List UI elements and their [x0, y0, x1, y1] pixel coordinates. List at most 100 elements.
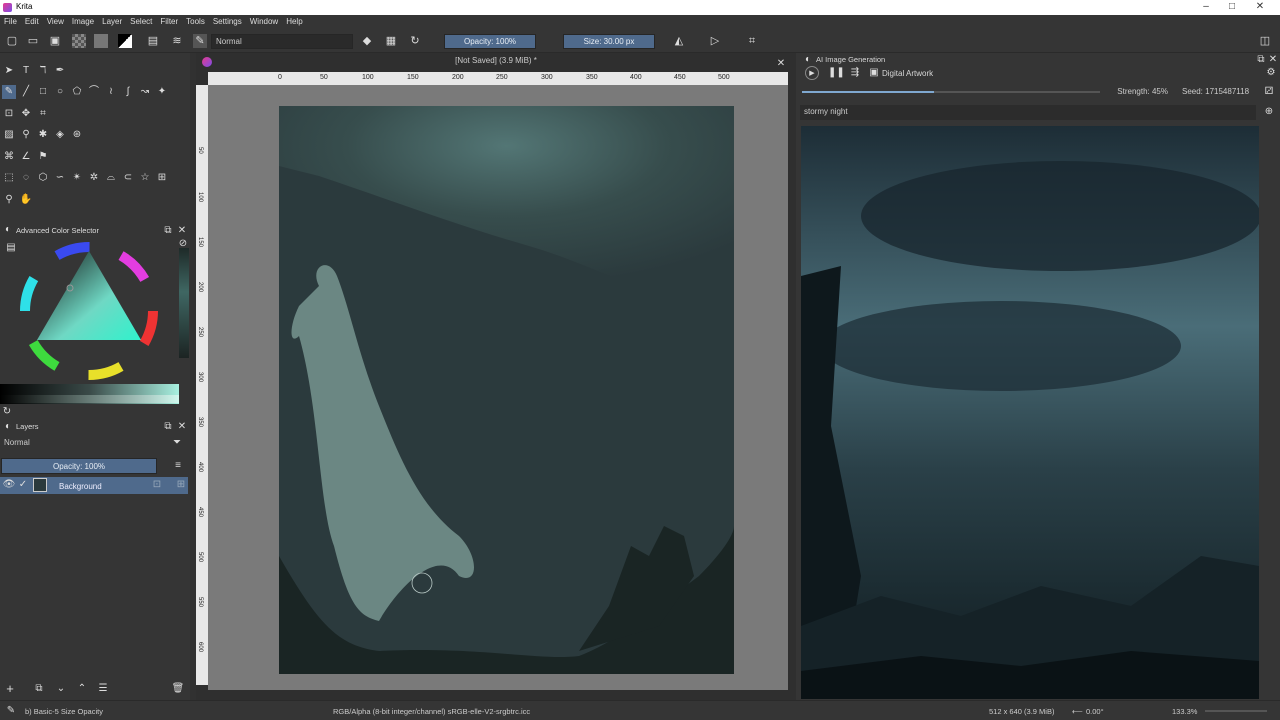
crop-tool-icon[interactable]: ⌗ [36, 107, 50, 121]
polygon-tool-icon[interactable]: ⬠ [70, 85, 84, 99]
add-region-icon[interactable]: ⊕ [1262, 105, 1276, 119]
menu-settings[interactable]: Settings [209, 15, 246, 29]
menu-select[interactable]: Select [126, 15, 156, 29]
layer-visibility-icon[interactable]: 👁 [2, 478, 16, 492]
strength-slider-fill[interactable] [802, 91, 934, 93]
queue-icon[interactable]: ⇶ [848, 66, 862, 80]
canvas-drawing[interactable] [279, 106, 734, 674]
freehand-select-icon[interactable]: ∽ [53, 171, 67, 185]
brush-settings-icon[interactable]: ≋ [170, 34, 184, 48]
seed-field[interactable]: Seed: 1715487118 [1178, 85, 1258, 99]
status-zoom[interactable]: 133.3% [1172, 707, 1197, 716]
pattern-icon[interactable] [72, 34, 86, 48]
freehand-path-icon[interactable]: ∫ [121, 85, 135, 99]
generate-icon[interactable]: ▶ [805, 66, 819, 80]
menu-view[interactable]: View [43, 15, 68, 29]
blend-mode-dropdown[interactable]: Normal [211, 34, 353, 49]
status-rotation[interactable]: 0.00° [1086, 707, 1104, 716]
color-value-selector[interactable] [0, 395, 179, 403]
menu-help[interactable]: Help [282, 15, 306, 29]
ellipse-select-icon[interactable]: ◌ [19, 171, 33, 185]
edit-shapes-icon[interactable]: ℸ [36, 64, 50, 78]
color-wheel[interactable] [14, 236, 164, 386]
bezier-tool-icon[interactable]: ≀ [104, 85, 118, 99]
polyline-tool-icon[interactable]: ⌒ [87, 85, 101, 99]
select-shapes-icon[interactable]: ➤ [2, 64, 16, 78]
dynamic-brush-icon[interactable]: ↝ [138, 85, 152, 99]
canvas-viewport[interactable] [208, 85, 788, 690]
magnetic-select-icon[interactable]: ⊂ [121, 171, 135, 185]
color-history-strip[interactable] [179, 248, 189, 358]
duplicate-layer-icon[interactable]: ⧉ [32, 682, 46, 696]
layer-blend-mode-dropdown[interactable]: Normal [0, 436, 165, 451]
layer-alpha-icon[interactable]: ⊞ [174, 478, 188, 492]
dock-close-icon[interactable]: ✕ [175, 224, 189, 238]
mirror-vertical-icon[interactable]: ▷ [708, 34, 722, 48]
mirror-horizontal-icon[interactable]: ◭ [672, 34, 686, 48]
refresh-color-icon[interactable]: ↻ [0, 405, 14, 419]
size-slider[interactable]: Size: 30.00 px [563, 34, 655, 49]
layers-close-icon[interactable]: ✕ [175, 420, 189, 434]
menu-file[interactable]: File [0, 15, 21, 29]
enclose-fill-icon[interactable]: ⊛ [70, 128, 84, 142]
polygon-select-icon[interactable]: ⬡ [36, 171, 50, 185]
rect-select-icon[interactable]: ⬚ [2, 171, 16, 185]
layer-menu-icon[interactable]: ≡ [171, 459, 185, 473]
menu-tools[interactable]: Tools [182, 15, 209, 29]
ai-close-icon[interactable]: ✕ [1266, 53, 1280, 67]
prompt-input[interactable]: stormy night [800, 105, 1256, 120]
layer-checkbox-icon[interactable]: ✓ [16, 478, 30, 492]
reload-preset-icon[interactable]: ↻ [408, 34, 422, 48]
move-tool-icon[interactable]: ✥ [19, 107, 33, 121]
reference-tool-icon[interactable]: ⚑ [36, 150, 50, 164]
text-tool-icon[interactable]: T [19, 64, 33, 78]
close-window-icon[interactable]: ✕ [1250, 1, 1270, 12]
menu-layer[interactable]: Layer [98, 15, 126, 29]
wrap-around-icon[interactable]: ⌗ [745, 34, 759, 48]
layer-lock-icon[interactable]: ⊡ [150, 478, 164, 492]
multibrush-icon[interactable]: ✦ [155, 85, 169, 99]
bezier-select-icon[interactable]: ⌓ [104, 171, 118, 185]
menu-filter[interactable]: Filter [156, 15, 182, 29]
rotation-icon[interactable]: ⟵ [1072, 707, 1083, 716]
zoom-slider[interactable] [1205, 710, 1267, 712]
contiguous-select-icon[interactable]: ✴ [70, 171, 84, 185]
menu-edit[interactable]: Edit [21, 15, 43, 29]
workspace-icon[interactable]: ▤ [146, 34, 160, 48]
delete-layer-icon[interactable]: 🗑 [171, 682, 185, 696]
rectangle-tool-icon[interactable]: □ [36, 85, 50, 99]
layers-float-icon[interactable]: ⧉ [161, 420, 175, 434]
ellipse-tool-icon[interactable]: ○ [53, 85, 67, 99]
close-document-icon[interactable]: ✕ [774, 57, 788, 71]
strength-slider-track[interactable] [934, 91, 1100, 93]
assistant-tool-icon[interactable]: ⌘ [2, 150, 16, 164]
color-picker-icon[interactable]: ⚲ [19, 128, 33, 142]
star-select-icon[interactable]: ☆ [138, 171, 152, 185]
minimize-icon[interactable]: – [1196, 1, 1216, 12]
layer-row[interactable]: 👁 ✓ Background ⊡ ⊞ [0, 477, 188, 494]
calligraphy-icon[interactable]: ✒ [53, 64, 67, 78]
generated-image-preview[interactable] [801, 126, 1259, 699]
open-document-icon[interactable]: ▭ [26, 34, 40, 48]
zoom-tool-icon[interactable]: ⚲ [2, 193, 16, 207]
grid-select-icon[interactable]: ⊞ [155, 171, 169, 185]
layer-opacity-slider[interactable]: Opacity: 100% [1, 458, 157, 474]
save-document-icon[interactable]: ▣ [48, 34, 62, 48]
fill-tool-icon[interactable]: ◈ [53, 128, 67, 142]
ai-settings-icon[interactable]: ⚙ [1264, 66, 1278, 80]
workspace-chooser-icon[interactable]: ◫ [1258, 34, 1272, 48]
eraser-icon[interactable]: ◆ [360, 34, 374, 48]
maximize-icon[interactable]: □ [1222, 1, 1242, 12]
brush-preset-icon[interactable]: ✎ [193, 34, 207, 48]
opacity-slider[interactable]: Opacity: 100% [444, 34, 536, 49]
style-dropdown[interactable]: ▣ Digital Artwork [868, 67, 1253, 79]
freehand-brush-icon[interactable]: ✎ [2, 85, 16, 99]
fg-bg-color-icon[interactable] [118, 34, 132, 48]
layer-filter-icon[interactable]: ⏷ [170, 436, 184, 450]
smart-patch-icon[interactable]: ✱ [36, 128, 50, 142]
seed-random-icon[interactable]: ⚂ [1262, 85, 1276, 99]
move-layer-up-icon[interactable]: ⌃ [75, 682, 89, 696]
move-layer-down-icon[interactable]: ⌄ [54, 682, 68, 696]
pan-tool-icon[interactable]: ✋ [19, 193, 33, 207]
menu-window[interactable]: Window [246, 15, 282, 29]
